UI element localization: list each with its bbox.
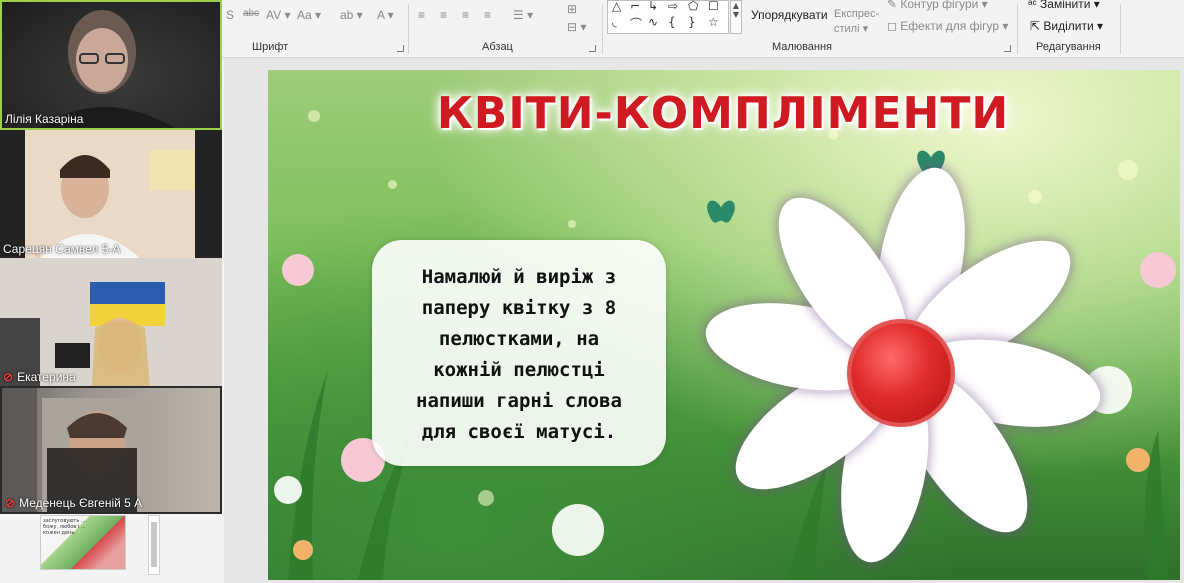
instruction-line: кожній пелюстці [433, 359, 605, 381]
participant-video-image [25, 130, 195, 258]
shape-outline-button[interactable]: ✎ Контур фігури ▾ [887, 0, 988, 11]
separator [408, 4, 409, 54]
drawing-dialog-launcher[interactable] [1004, 45, 1011, 52]
daisy-flower-shape[interactable] [688, 150, 1118, 580]
left-brace-icon[interactable]: { [668, 15, 676, 29]
replace-button[interactable]: ᵃᶜ Замінити ▾ [1028, 0, 1100, 11]
scrollbar-thumb[interactable] [151, 522, 157, 567]
paragraph-dialog-launcher[interactable] [589, 45, 596, 52]
arrow-shape-icon[interactable]: ⇨ [668, 0, 678, 13]
strikethrough-abc-icon[interactable]: abc [243, 8, 259, 19]
replace-label: Замінити [1040, 0, 1091, 11]
align-left-icon[interactable]: ≡ [418, 8, 425, 22]
align-text-icon[interactable]: ⊟ ▾ [567, 20, 586, 34]
callout-shape-icon[interactable]: ☐ [708, 0, 719, 13]
curve-shape-icon[interactable]: ⌒ [630, 15, 642, 32]
shapes-gallery[interactable]: △ ⌐ ↳ ⇨ ⬠ ☐ ◟ ⌒ ∿ { } ☆ [607, 0, 729, 34]
participant-video-image [2, 388, 152, 512]
font-color-icon[interactable]: A ▾ [377, 8, 394, 22]
columns-icon[interactable]: ☰ ▾ [513, 8, 533, 22]
video-tile-participant-2[interactable]: Сарецян Самвел 5-А [0, 130, 222, 258]
convert-smartart-icon[interactable]: ⊞ [567, 2, 577, 16]
participant-name: Сарецян Самвел 5-А [3, 242, 121, 256]
separator [1017, 4, 1018, 54]
participant-name-text: Меденець Євгеній 5 А [19, 496, 143, 510]
participant-name: ⊘ Екатерина [3, 370, 76, 384]
separator [602, 4, 603, 54]
slide-canvas[interactable]: КВІТИ-КОМПЛІМЕНТИ Намалюй й виріж з папе… [268, 70, 1180, 580]
quick-styles-button[interactable]: Експрес-стилі ▾ [834, 7, 879, 37]
highlight-icon[interactable]: ab ▾ [340, 8, 363, 22]
participant-name: ⊘ Меденець Євгеній 5 А [5, 496, 142, 510]
instruction-line: паперу квітку з 8 [421, 297, 617, 319]
font-dialog-launcher[interactable] [397, 45, 404, 52]
quick-styles-label-1: Експрес- [834, 8, 880, 20]
justify-icon[interactable]: ≡ [484, 8, 491, 22]
select-button[interactable]: ⇱ Виділити ▾ [1030, 19, 1103, 33]
shape-effects-button[interactable]: ◻ Ефекти для фігур ▾ [887, 19, 1008, 33]
align-right-icon[interactable]: ≡ [462, 8, 469, 22]
thumbnail-scrollbar[interactable] [148, 515, 160, 575]
instruction-line: для своєї матусі. [421, 421, 617, 443]
flower-center[interactable] [851, 323, 951, 423]
select-label: Виділити [1043, 19, 1094, 33]
triangle-shape-icon[interactable]: △ [612, 0, 621, 13]
slide-title[interactable]: КВІТИ-КОМПЛІМЕНТИ [413, 88, 1033, 139]
drawing-group-label: Малювання [772, 41, 833, 53]
video-tile-participant-3[interactable]: ⊘ Екатерина [0, 258, 222, 386]
star-shape-icon[interactable]: ☆ [708, 15, 719, 29]
shapes-gallery-more-button[interactable]: ▲ ▼ [730, 0, 742, 34]
instruction-text-box[interactable]: Намалюй й виріж з паперу квітку з 8 пелю… [372, 240, 666, 466]
video-tile-participant-1[interactable]: Лілія Казаріна [0, 0, 222, 130]
arrange-button[interactable]: Упорядкувати [751, 8, 828, 22]
change-case-icon[interactable]: Aa ▾ [297, 8, 321, 22]
wave-shape-icon[interactable]: ∿ [648, 15, 658, 29]
video-tile-participant-4[interactable]: ⊘ Меденець Євгеній 5 А [0, 386, 222, 514]
right-brace-icon[interactable]: } [688, 15, 696, 29]
instruction-line: Намалюй й виріж з [421, 266, 617, 288]
slide-thumbnail[interactable]: заслуговують ... божу, любов і ... кожен… [40, 515, 126, 570]
instruction-line: пелюстками, на [438, 328, 600, 350]
char-spacing-icon[interactable]: AV ▾ [266, 8, 290, 22]
participant-name-text: Екатерина [17, 370, 76, 384]
separator [1120, 4, 1121, 54]
align-center-icon[interactable]: ≡ [440, 8, 447, 22]
pentagon-shape-icon[interactable]: ⬠ [688, 0, 698, 13]
arc-shape-icon[interactable]: ◟ [612, 15, 617, 29]
instruction-line: напиши гарні слова [416, 390, 622, 412]
strikethrough-icon[interactable]: S [226, 8, 234, 22]
shape-effects-label: Ефекти для фігур [900, 19, 1000, 33]
font-group-label: Шрифт [252, 41, 289, 53]
participant-video-image [38, 10, 176, 128]
muted-mic-icon: ⊘ [5, 496, 16, 510]
muted-mic-icon: ⊘ [3, 370, 14, 384]
editing-group-label: Редагування [1036, 41, 1101, 53]
paragraph-group-label: Абзац [482, 41, 513, 53]
participant-name: Лілія Казаріна [5, 112, 84, 126]
shape-outline-label: Контур фігури [900, 0, 979, 11]
quick-styles-label-2: стилі [834, 23, 860, 35]
line-shape-icon[interactable]: ⌐ [630, 0, 640, 13]
elbow-connector-icon[interactable]: ↳ [648, 0, 658, 13]
thumbnail-text: заслуговують ... божу, любов і ... кожен… [43, 518, 86, 536]
participant-video-image [0, 258, 222, 386]
